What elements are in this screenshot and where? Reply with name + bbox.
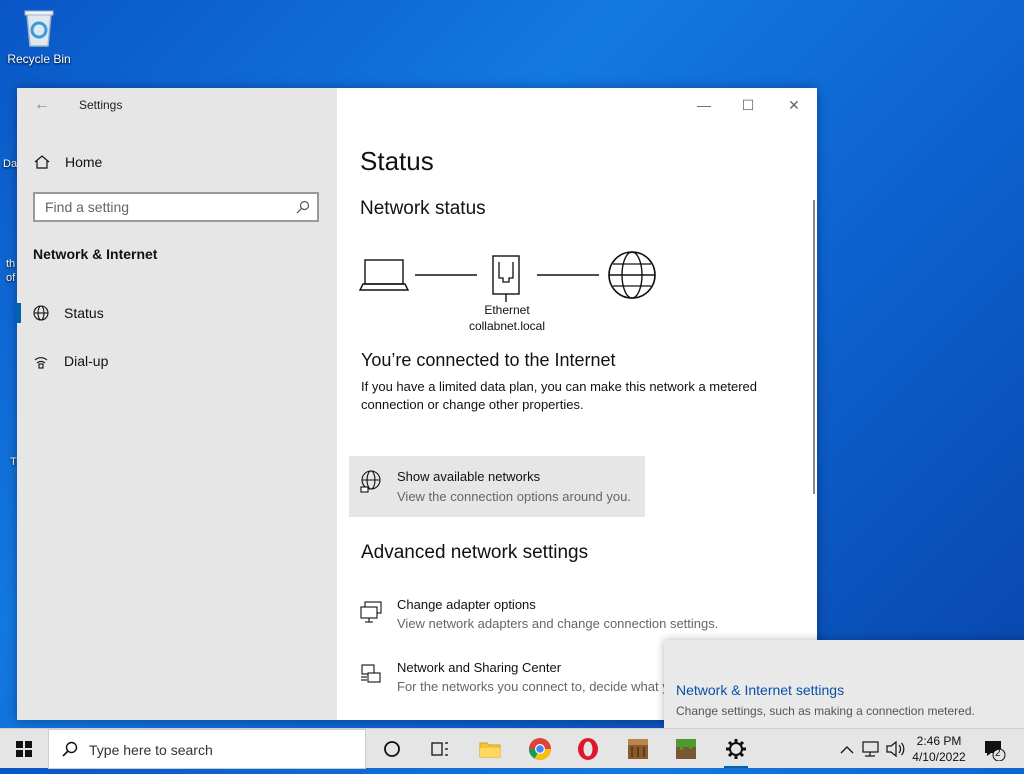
sidebar: ← Settings Home Network & Internet Statu… — [17, 88, 337, 720]
opera-icon[interactable] — [574, 735, 602, 763]
back-button[interactable]: ← — [31, 94, 53, 116]
task-view-icon[interactable] — [426, 735, 454, 763]
notification-count: 2 — [995, 748, 1001, 759]
sidebar-item-status[interactable]: Status — [17, 295, 337, 331]
clock-date: 4/10/2022 — [912, 750, 966, 764]
recycle-bin-label: Recycle Bin — [7, 52, 71, 66]
crafting-table-icon[interactable] — [624, 735, 652, 763]
find-setting-search — [33, 192, 319, 222]
toast-desc: Change settings, such as making a connec… — [676, 704, 975, 718]
search-icon — [61, 740, 79, 758]
network-status-heading: Network status — [360, 198, 486, 219]
globe-icon — [32, 304, 50, 322]
connected-description: If you have a limited data plan, you can… — [361, 379, 757, 412]
volume-icon[interactable] — [884, 729, 906, 769]
start-button[interactable] — [0, 729, 48, 769]
desktop-text-fragment: th — [6, 258, 16, 270]
sharing-center-icon — [359, 663, 383, 687]
scrollbar[interactable] — [813, 200, 815, 494]
ethernet-port-icon — [492, 255, 520, 302]
clock-time: 2:46 PM — [916, 734, 962, 748]
adv-item-title: Network and Sharing Center — [397, 660, 562, 675]
network-name: collabnet.local — [468, 319, 546, 333]
internet-globe-icon — [608, 251, 656, 299]
titlebar-left: ← Settings — [17, 88, 337, 122]
sidebar-item-label: Home — [65, 154, 103, 170]
settings-gear-icon[interactable] — [722, 735, 750, 768]
sidebar-item-label: Status — [64, 305, 104, 321]
adapter-icon — [359, 600, 383, 624]
sidebar-item-label: Dial-up — [64, 353, 109, 369]
network-globe-icon — [359, 470, 383, 494]
taskbar-search-placeholder: Type here to search — [89, 742, 213, 758]
dialup-icon — [32, 352, 50, 370]
network-settings-toast[interactable]: Network & Internet settings Change setti… — [664, 640, 1024, 728]
advanced-settings-heading: Advanced network settings — [361, 542, 589, 563]
find-setting-input[interactable] — [35, 194, 285, 220]
home-icon — [33, 153, 51, 171]
maximize-button[interactable]: ☐ — [733, 94, 763, 116]
page-title: Status — [360, 146, 434, 176]
minecraft-grass-block-icon[interactable] — [672, 735, 700, 763]
file-explorer-icon[interactable] — [476, 735, 504, 763]
adv-item-desc: View network adapters and change connect… — [397, 616, 719, 631]
chevron-up-icon — [840, 746, 854, 754]
show-hidden-icons-button[interactable] — [838, 729, 856, 769]
network-tray-icon[interactable] — [860, 729, 882, 769]
connected-heading: You’re connected to the Internet — [361, 350, 616, 370]
windows-logo-icon — [16, 741, 32, 757]
desktop-text-fragment: Da — [3, 158, 18, 170]
app-title: Settings — [79, 98, 123, 112]
close-button[interactable]: ✕ — [779, 94, 809, 116]
taskbar-clock[interactable]: 2:46 PM 4/10/2022 — [904, 733, 974, 765]
laptop-icon — [358, 259, 410, 291]
action-center-button[interactable]: 2 — [982, 737, 1006, 762]
adv-item-title: Change adapter options — [397, 597, 536, 612]
desktop-text-fragment: of — [6, 272, 16, 284]
change-adapter-options-link[interactable]: Change adapter options View network adap… — [359, 594, 799, 638]
show-networks-desc: View the connection options around you. — [397, 489, 631, 504]
search-icon[interactable] — [295, 199, 311, 215]
sidebar-item-dial-up[interactable]: Dial-up — [17, 343, 337, 379]
cortana-icon[interactable] — [378, 735, 406, 763]
chrome-icon[interactable] — [526, 735, 554, 763]
toast-title[interactable]: Network & Internet settings — [676, 682, 844, 698]
content-pane: — ☐ ✕ Status Network status Ethernet col… — [337, 88, 817, 720]
taskbar-search[interactable]: Type here to search — [48, 729, 366, 769]
taskbar: Type here to search 2:46 PM 4/10/2022 2 — [0, 728, 1024, 769]
show-available-networks-button[interactable]: Show available networks View the connect… — [349, 456, 645, 517]
desktop-text-fragment: T — [10, 456, 17, 468]
recycle-bin-icon — [21, 6, 57, 48]
show-networks-title: Show available networks — [397, 469, 541, 484]
sidebar-section-title: Network & Internet — [33, 246, 158, 262]
adapter-label: Ethernet collabnet.local — [447, 302, 567, 334]
notification-icon — [985, 741, 1006, 762]
minimize-button[interactable]: — — [689, 94, 719, 116]
recycle-bin-desktop-icon[interactable]: Recycle Bin — [6, 6, 72, 66]
adapter-name: Ethernet — [484, 303, 530, 317]
settings-window: ← Settings Home Network & Internet Statu… — [17, 88, 817, 720]
sidebar-item-home[interactable]: Home — [17, 146, 337, 178]
